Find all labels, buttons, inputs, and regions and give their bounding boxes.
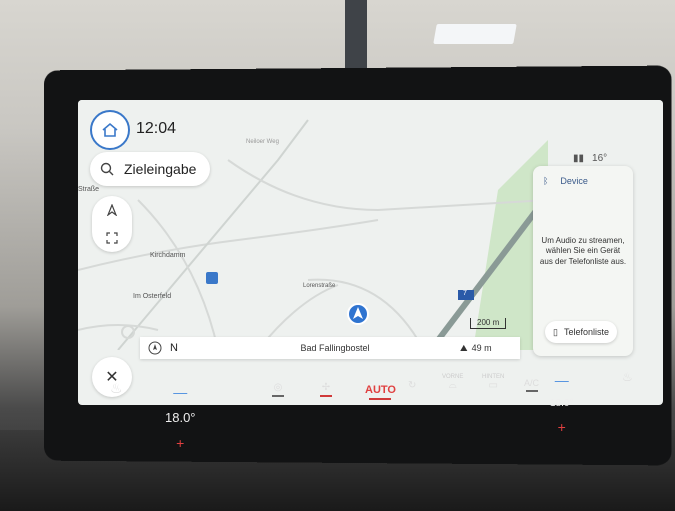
- altitude-value: 49 m: [471, 343, 492, 353]
- seat-right-icon: ♨: [622, 370, 633, 384]
- left-temp-value: 18.0°: [165, 410, 196, 425]
- auto-climate-button[interactable]: AUTO: [365, 384, 396, 400]
- destination-search-button[interactable]: Zieleingabe: [90, 152, 210, 186]
- temperature-readout: 16°: [592, 153, 608, 164]
- map-label-lorenstrasse: Lorenstraße: [303, 283, 336, 289]
- map-label-im-osterfeld: Im Osterfeld: [133, 293, 172, 300]
- map-label-strasse: Straße: [78, 186, 100, 193]
- ceiling-light: [433, 24, 517, 44]
- home-icon: [102, 122, 118, 137]
- infotainment-screen: Straße Kirchdamm Im Osterfeld Lorenstraß…: [78, 100, 663, 405]
- orientation-button[interactable]: [92, 196, 132, 224]
- compass-icon[interactable]: [140, 341, 170, 355]
- left-temp-plus-button[interactable]: +: [176, 435, 184, 451]
- bluetooth-icon: ᛒ: [543, 176, 549, 186]
- recirculation-icon: ↻: [408, 380, 417, 391]
- rear-defrost-button[interactable]: HINTEN ▭: [482, 374, 504, 391]
- search-label: Zieleingabe: [124, 161, 197, 177]
- phone-list-button[interactable]: ▯ Telefonliste: [545, 321, 617, 343]
- right-temperature-control: — 18.0° +: [550, 372, 573, 435]
- heading-direction: N: [170, 342, 178, 354]
- fullscreen-button[interactable]: [92, 224, 132, 252]
- status-area: ▮▮ 16°: [573, 153, 607, 164]
- map-label-top-road: Neiloer Weg: [246, 139, 279, 145]
- map-controls: [92, 196, 132, 252]
- right-temp-value: 18.0°: [550, 398, 574, 409]
- front-defrost-icon: ⌓: [448, 380, 457, 391]
- current-location: Bad Fallingbostel: [300, 343, 370, 353]
- poi-fuel-marker: [206, 272, 218, 284]
- steering-wheel-icon: ◎: [273, 382, 283, 393]
- map-scale: 200 m: [470, 318, 507, 329]
- home-button[interactable]: [90, 110, 130, 150]
- steering-heat-button[interactable]: ◎: [272, 382, 284, 397]
- left-temperature-control: — 18.0° +: [165, 384, 196, 451]
- signal-icon: ▮▮: [573, 153, 585, 164]
- altitude: ⛰ 49 m: [460, 343, 520, 354]
- search-icon: [90, 162, 124, 176]
- seat-heat-right-button[interactable]: ♨: [622, 370, 633, 384]
- bluetooth-panel: ᛒ Device Um Audio zu streamen, wählen Si…: [533, 166, 633, 356]
- seat-heat-left-button[interactable]: ♨: [110, 380, 123, 397]
- mountain-icon: ⛰: [460, 342, 468, 353]
- map-label-kirchdamm: Kirchdamm: [150, 252, 186, 259]
- navigation-arrow-icon: [106, 204, 118, 216]
- fan-button[interactable]: ✢: [320, 382, 332, 397]
- right-temp-plus-button[interactable]: +: [558, 419, 566, 435]
- fan-icon: ✢: [321, 382, 331, 393]
- seat-icon: ♨: [110, 380, 123, 396]
- ac-label: A/C: [524, 378, 540, 388]
- expand-icon: [106, 232, 118, 244]
- recirculation-button[interactable]: ↻: [408, 380, 416, 391]
- climate-control-strip: ♨ — 18.0° + ◎ ✢ AUTO ↻ VORNE ⌓ HINTEN ▭ …: [40, 370, 665, 451]
- front-defrost-button[interactable]: VORNE ⌓: [442, 374, 463, 391]
- rear-defrost-icon: ▭: [488, 380, 498, 391]
- bluetooth-message: Um Audio zu streamen, wählen Sie ein Ger…: [539, 236, 627, 266]
- road-number-badge: 7: [463, 290, 467, 297]
- clock: 12:04: [136, 120, 177, 137]
- phone-list-label: Telefonliste: [563, 327, 609, 337]
- info-bar: N Bad Fallingbostel ⛰ 49 m: [140, 337, 520, 359]
- ac-button[interactable]: A/C: [524, 378, 539, 392]
- right-temp-minus-button[interactable]: —: [555, 372, 569, 388]
- left-temp-minus-button[interactable]: —: [173, 384, 187, 400]
- phone-icon: ▯: [553, 326, 558, 337]
- bluetooth-device-label[interactable]: Device: [560, 176, 588, 186]
- auto-label: AUTO: [365, 384, 396, 396]
